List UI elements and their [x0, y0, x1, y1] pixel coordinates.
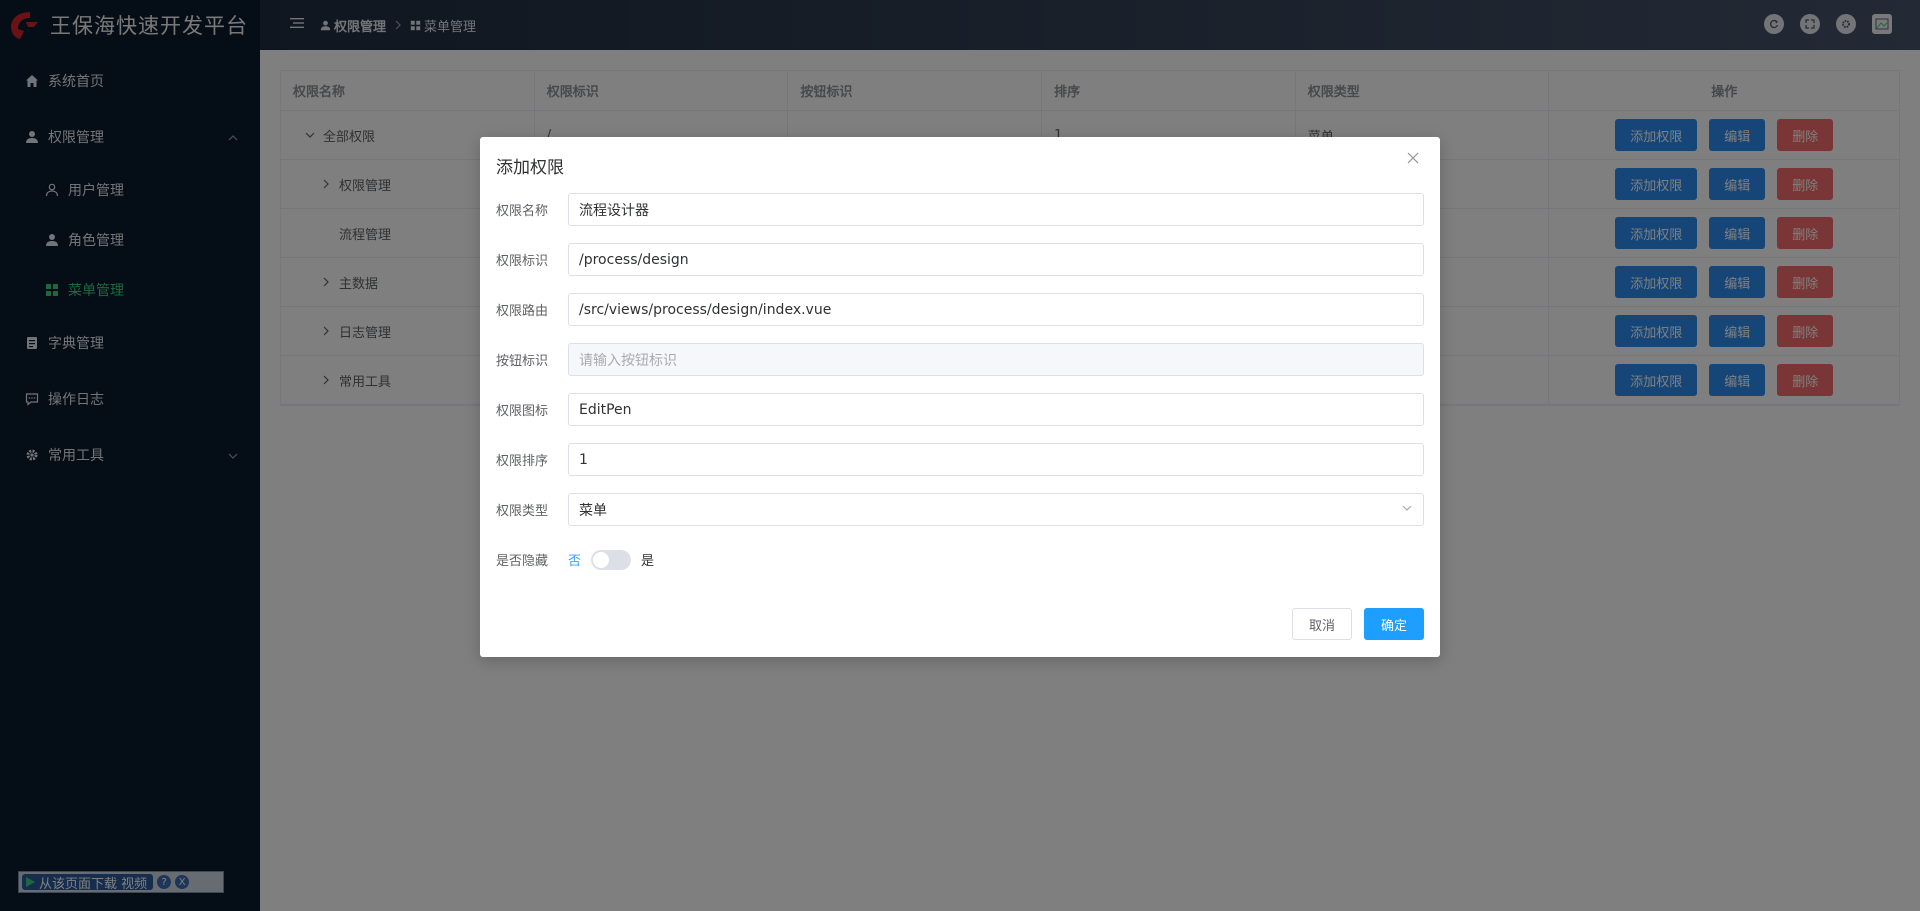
- field-sort: 权限排序 1: [496, 443, 1424, 476]
- field-label: 权限类型: [496, 504, 549, 519]
- close-icon[interactable]: [1406, 151, 1420, 165]
- field-route: 权限路由 /src/views/process/design/index.vue: [496, 293, 1424, 326]
- dialog-title: 添加权限: [496, 158, 564, 178]
- type-select[interactable]: 菜单: [568, 493, 1424, 526]
- field-label: 权限路由: [496, 304, 549, 319]
- field-button-mark: 按钮标识 请输入按钮标识: [496, 343, 1424, 376]
- name-input[interactable]: 流程设计器: [568, 193, 1424, 226]
- hidden-switch[interactable]: 否 是: [568, 549, 655, 570]
- route-input[interactable]: /src/views/process/design/index.vue: [568, 293, 1424, 326]
- select-value: 菜单: [579, 502, 607, 519]
- switch-track[interactable]: [591, 549, 632, 570]
- button-mark-input: 请输入按钮标识: [568, 343, 1424, 376]
- field-label: 权限名称: [496, 204, 549, 219]
- sort-input[interactable]: 1: [568, 443, 1424, 476]
- switch-knob: [593, 551, 610, 568]
- add-permission-dialog: 添加权限 权限名称 流程设计器 权限标识 /process/design 权限路…: [480, 137, 1440, 657]
- icon-input[interactable]: EditPen: [568, 393, 1424, 426]
- field-type: 权限类型 菜单: [496, 493, 1424, 526]
- field-name: 权限名称 流程设计器: [496, 193, 1424, 226]
- mark-input[interactable]: /process/design: [568, 243, 1424, 276]
- field-label: 权限图标: [496, 404, 549, 419]
- switch-on-label: 是: [641, 554, 655, 569]
- field-label: 权限标识: [496, 254, 549, 269]
- confirm-button[interactable]: 确定: [1364, 608, 1424, 640]
- chevron-down-icon: [1401, 502, 1413, 518]
- field-label: 按钮标识: [496, 354, 549, 369]
- field-hidden: 是否隐藏 否 是: [496, 543, 1424, 576]
- field-icon: 权限图标 EditPen: [496, 393, 1424, 426]
- field-label: 权限排序: [496, 454, 549, 469]
- cancel-button[interactable]: 取消: [1292, 608, 1352, 640]
- field-mark: 权限标识 /process/design: [496, 243, 1424, 276]
- switch-off-label: 否: [568, 554, 582, 569]
- field-label: 是否隐藏: [496, 554, 549, 569]
